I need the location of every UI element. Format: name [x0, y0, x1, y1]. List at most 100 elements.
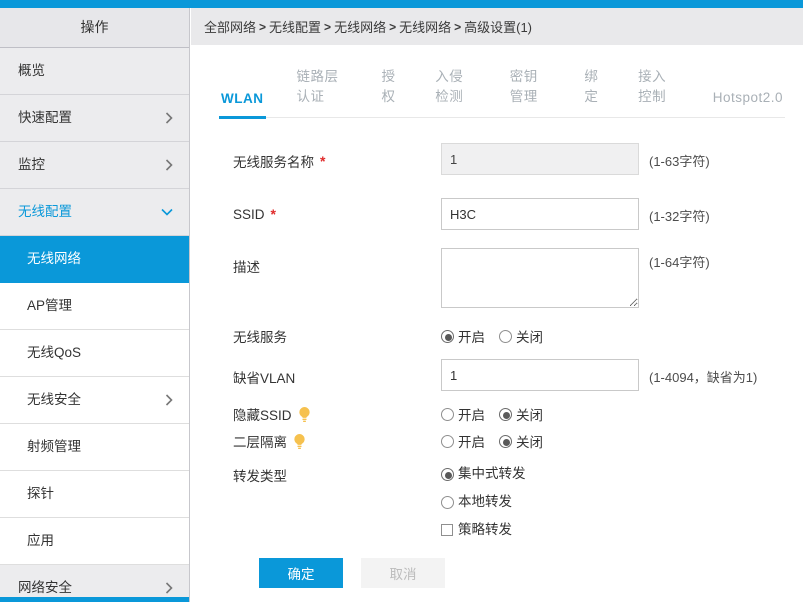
- label-text: 无线服务名称: [233, 155, 314, 170]
- wireless-service-label: 无线服务: [233, 326, 441, 346]
- sidebar-item-monitor[interactable]: 监控: [0, 142, 189, 189]
- radio-checked-icon: [441, 329, 454, 343]
- lightbulb-icon: [294, 433, 305, 449]
- form-row-hidden-ssid: 隐藏SSID 开启 关闭: [233, 404, 803, 424]
- chevron-right-icon: [165, 95, 173, 141]
- default-vlan-hint: (1-4094，缺省为1): [649, 370, 758, 385]
- label-text: 无线服务: [233, 330, 287, 345]
- wireless-service-on-option[interactable]: 开启: [441, 326, 485, 346]
- cancel-button[interactable]: 取消: [361, 558, 445, 588]
- tab-binding[interactable]: 绑定: [582, 65, 607, 117]
- sidebar-item-quick-config[interactable]: 快速配置: [0, 95, 189, 142]
- option-label: 关闭: [516, 408, 543, 423]
- forward-centralized-option[interactable]: 集中式转发: [441, 460, 526, 488]
- label-text: 二层隔离: [233, 435, 287, 450]
- form-row-default-vlan: 缺省VLAN (1-4094，缺省为1): [233, 359, 803, 391]
- sidebar-item-wireless-config[interactable]: 无线配置: [0, 189, 189, 236]
- sidebar-item-label: 无线QoS: [27, 345, 82, 360]
- sidebar-item-ap-management[interactable]: AP管理: [0, 283, 189, 330]
- form-row-forward-type: 转发类型 集中式转发 本地转发 策略转发: [233, 460, 803, 544]
- service-name-hint: (1-63字符): [649, 154, 710, 169]
- lightbulb-icon: [298, 406, 310, 422]
- form-row-description: 描述 (1-64字符): [233, 248, 803, 308]
- sidebar-item-overview[interactable]: 概览: [0, 48, 189, 95]
- content-area: 全部网络 > 无线配置 > 无线网络 > 无线网络 > 高级设置(1) WLAN…: [191, 8, 803, 602]
- radio-unchecked-icon: [499, 329, 512, 343]
- tab-access-control[interactable]: 接入控制: [636, 65, 682, 117]
- sidebar-bottom-accent: [0, 597, 189, 602]
- sidebar: 操作 概览 快速配置 监控 无线配置 无线网络 AP管理 无线QoS 无线安全 …: [0, 8, 190, 602]
- tab-hotspot2[interactable]: Hotspot2.0: [711, 90, 785, 117]
- sidebar-item-label: 探针: [27, 486, 54, 501]
- sidebar-item-label: 无线安全: [27, 392, 81, 407]
- required-asterisk: *: [270, 206, 276, 222]
- tab-wlan[interactable]: WLAN: [219, 91, 266, 119]
- form-row-wireless-service: 无线服务 开启 关闭: [233, 326, 803, 346]
- breadcrumb-item[interactable]: 无线网络: [334, 17, 386, 36]
- top-accent-bar: [0, 0, 803, 8]
- option-label: 开启: [458, 408, 485, 423]
- breadcrumb-item[interactable]: 无线网络: [399, 17, 451, 36]
- radio-checked-icon: [499, 434, 512, 448]
- ssid-field[interactable]: [441, 198, 639, 230]
- l2-isolation-label: 二层隔离: [233, 431, 441, 451]
- label-text: SSID: [233, 206, 265, 222]
- label-text: 缺省VLAN: [233, 371, 296, 386]
- ok-button[interactable]: 确定: [259, 558, 343, 588]
- sidebar-item-label: 无线网络: [27, 251, 81, 266]
- radio-checked-icon: [499, 407, 512, 421]
- default-vlan-field[interactable]: [441, 359, 639, 391]
- sidebar-item-wireless-security[interactable]: 无线安全: [0, 377, 189, 424]
- breadcrumb-item[interactable]: 高级设置(1): [464, 17, 532, 36]
- forward-local-option[interactable]: 本地转发: [441, 488, 512, 516]
- breadcrumb-separator: >: [454, 19, 462, 34]
- option-label: 开启: [458, 435, 485, 450]
- chevron-right-icon: [165, 377, 173, 423]
- ssid-label: SSID *: [233, 198, 441, 222]
- hidden-ssid-on-option[interactable]: 开启: [441, 404, 485, 424]
- sidebar-item-label: 应用: [27, 533, 54, 548]
- sidebar-item-application[interactable]: 应用: [0, 518, 189, 565]
- l2-isolation-off-option[interactable]: 关闭: [499, 431, 543, 451]
- form-row-service-name: 无线服务名称 * (1-63字符): [233, 143, 803, 175]
- hidden-ssid-options: 开启 关闭: [441, 404, 543, 424]
- breadcrumb-item[interactable]: 全部网络: [204, 17, 256, 36]
- forward-type-label: 转发类型: [233, 460, 441, 485]
- label-text: 描述: [233, 260, 260, 275]
- breadcrumb-item[interactable]: 无线配置: [269, 17, 321, 36]
- radio-unchecked-icon: [441, 407, 454, 421]
- tab-link-layer-auth[interactable]: 链路层认证: [295, 65, 351, 117]
- forward-policy-option[interactable]: 策略转发: [441, 516, 512, 544]
- option-label: 开启: [458, 330, 485, 345]
- sidebar-item-label: 快速配置: [18, 110, 72, 125]
- sidebar-item-rf-management[interactable]: 射频管理: [0, 424, 189, 471]
- sidebar-item-label: 网络安全: [18, 580, 72, 595]
- l2-isolation-on-option[interactable]: 开启: [441, 431, 485, 451]
- tab-key-management[interactable]: 密钥管理: [508, 65, 554, 117]
- hidden-ssid-off-option[interactable]: 关闭: [499, 404, 543, 424]
- wlan-form: 无线服务名称 * (1-63字符) SSID * (1-32字符) 描述 (1-…: [191, 118, 803, 588]
- chevron-right-icon: [165, 142, 173, 188]
- description-field[interactable]: [441, 248, 639, 308]
- form-actions: 确定 取消: [233, 544, 803, 588]
- breadcrumb: 全部网络 > 无线配置 > 无线网络 > 无线网络 > 高级设置(1): [191, 8, 803, 45]
- sidebar-item-probe[interactable]: 探针: [0, 471, 189, 518]
- radio-checked-icon: [441, 467, 454, 481]
- forward-type-options: 集中式转发 本地转发 策略转发: [441, 460, 526, 544]
- sidebar-header: 操作: [0, 8, 189, 48]
- wireless-service-off-option[interactable]: 关闭: [499, 326, 543, 346]
- tab-authorization[interactable]: 授权: [379, 65, 404, 117]
- option-label: 关闭: [516, 330, 543, 345]
- sidebar-item-wireless-network[interactable]: 无线网络: [0, 236, 189, 283]
- sidebar-item-wireless-qos[interactable]: 无线QoS: [0, 330, 189, 377]
- breadcrumb-separator: >: [324, 19, 332, 34]
- hidden-ssid-label: 隐藏SSID: [233, 404, 441, 424]
- form-row-l2-isolation: 二层隔离 开启 关闭: [233, 431, 803, 451]
- tab-intrusion-detection[interactable]: 入侵检测: [433, 65, 479, 117]
- radio-unchecked-icon: [441, 495, 454, 509]
- breadcrumb-separator: >: [259, 19, 267, 34]
- service-name-field: [441, 143, 639, 175]
- label-text: 隐藏SSID: [233, 408, 292, 423]
- default-vlan-label: 缺省VLAN: [233, 359, 441, 387]
- option-label: 关闭: [516, 435, 543, 450]
